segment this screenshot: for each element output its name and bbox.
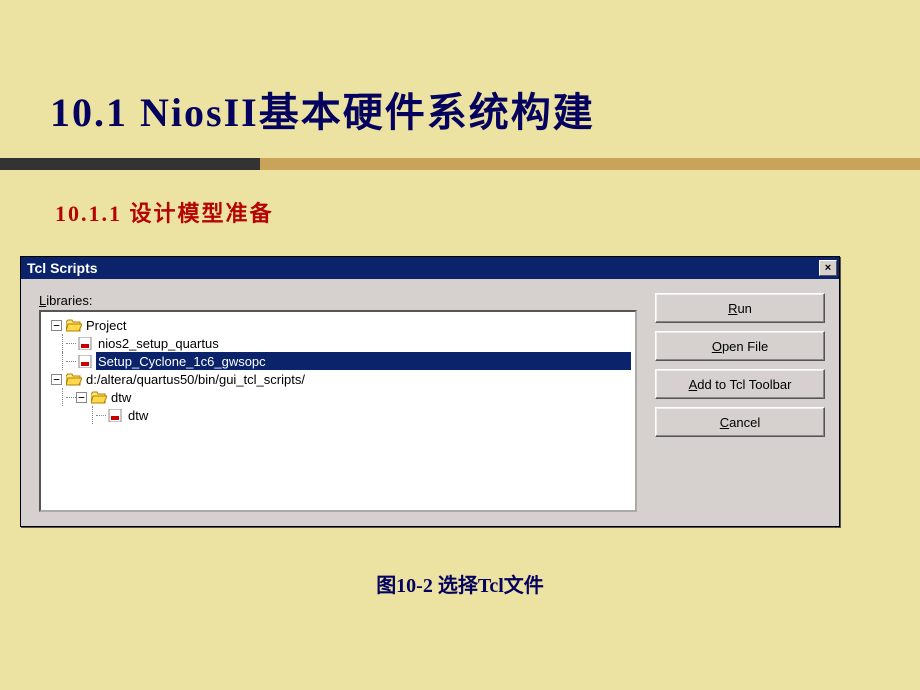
tree-node-path[interactable]: − d:/altera/quartus50/bin/gui_tcl_script… (45, 370, 631, 388)
tree-label: dtw (126, 408, 148, 423)
tree-node-project[interactable]: − Project (45, 316, 631, 334)
collapse-icon[interactable]: − (76, 392, 87, 403)
tree-label: d:/altera/quartus50/bin/gui_tcl_scripts/ (84, 372, 305, 387)
dialog-window: Tcl Scripts × Libraries: − Project (20, 256, 840, 527)
add-toolbar-button[interactable]: Add to Tcl Toolbar (655, 369, 825, 399)
folder-open-icon (66, 319, 82, 332)
divider (0, 158, 920, 170)
tree-label: Project (84, 318, 126, 333)
tree-view[interactable]: − Project nios2_setup_quartus (39, 310, 637, 512)
tree-label: nios2_setup_quartus (96, 336, 219, 351)
collapse-icon[interactable]: − (51, 374, 62, 385)
close-icon: × (825, 262, 831, 274)
tree-item-selected[interactable]: Setup_Cyclone_1c6_gwsopc (45, 352, 631, 370)
collapse-icon[interactable]: − (51, 320, 62, 331)
folder-open-icon (91, 391, 107, 404)
dialog-titlebar: Tcl Scripts × (21, 257, 839, 279)
run-button[interactable]: Run (655, 293, 825, 323)
libraries-label: Libraries: (39, 293, 637, 308)
tree-label: dtw (109, 390, 131, 405)
slide-title: 10.1 NiosII基本硬件系统构建 (0, 0, 920, 138)
close-button[interactable]: × (819, 260, 837, 276)
cancel-button[interactable]: Cancel (655, 407, 825, 437)
figure-caption: 图10-2 选择Tcl文件 (0, 569, 920, 598)
slide-subtitle: 10.1.1 设计模型准备 (0, 170, 920, 228)
tree-label: Setup_Cyclone_1c6_gwsopc (96, 354, 266, 369)
open-file-button[interactable]: Open File (655, 331, 825, 361)
tcl-file-icon (78, 355, 94, 368)
tcl-file-icon (78, 337, 94, 350)
tree-item[interactable]: dtw (45, 406, 631, 424)
tree-node-dtw-folder[interactable]: − dtw (45, 388, 631, 406)
dialog-title: Tcl Scripts (27, 260, 98, 276)
folder-open-icon (66, 373, 82, 386)
tcl-file-icon (108, 409, 124, 422)
tree-item[interactable]: nios2_setup_quartus (45, 334, 631, 352)
